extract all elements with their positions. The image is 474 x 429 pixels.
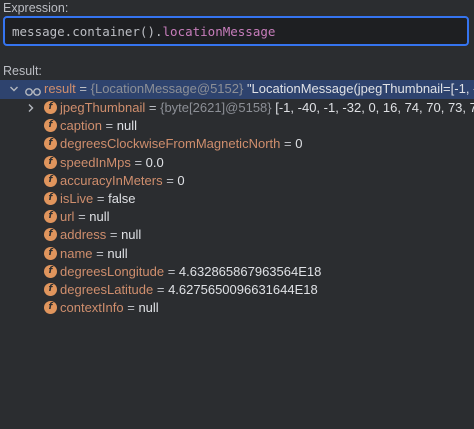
tree-row-text: degreesClockwiseFromMagneticNorth = 0 xyxy=(60,135,302,153)
tree-row-accuracyInMeters[interactable]: f accuracyInMeters = 0 xyxy=(0,172,474,190)
tree-row-degreesClockwiseFromMagneticNorth[interactable]: f degreesClockwiseFromMagneticNorth = 0 xyxy=(0,135,474,153)
variable-value: null xyxy=(107,245,128,261)
tree-row-speedInMps[interactable]: f speedInMps = 0.0 xyxy=(0,154,474,172)
assign-op: = xyxy=(164,263,179,279)
assign-op: = xyxy=(162,172,178,188)
tree-row-degreesLatitude[interactable]: f degreesLatitude = 4.6275650096631644E18 xyxy=(0,281,474,299)
tree-row-text: degreesLatitude = 4.6275650096631644E18 xyxy=(60,281,318,299)
field-icon: f xyxy=(44,301,57,315)
field-icon: f xyxy=(44,246,57,260)
assign-op: = xyxy=(145,100,161,115)
variable-value: 4.632865867963564E18 xyxy=(178,263,322,279)
variable-value: null xyxy=(116,118,137,134)
variable-name: name xyxy=(60,245,93,261)
variable-value: 0.0 xyxy=(145,154,164,170)
tree-row-text: name = null xyxy=(60,245,128,263)
variable-value: 0 xyxy=(295,136,303,152)
tree-row-result[interactable]: result = {LocationMessage@5152} "Locatio… xyxy=(0,80,474,99)
variable-value: null xyxy=(121,227,142,243)
tree-row-text: contextInfo = null xyxy=(60,299,159,317)
variable-type: {byte[2621]@5158} xyxy=(160,100,272,115)
tree-row-jpegThumbnail[interactable]: f jpegThumbnail = {byte[2621]@5158} [-1, … xyxy=(0,99,474,117)
tree-row-text: degreesLongitude = 4.632865867963564E18 xyxy=(60,263,321,281)
tree-row-contextInfo[interactable]: f contextInfo = null xyxy=(0,299,474,317)
field-icon: f xyxy=(44,155,57,169)
tree-row-text: accuracyInMeters = 0 xyxy=(60,172,185,190)
expression-input[interactable]: message.container(). locationMessage xyxy=(3,16,469,46)
assign-op: = xyxy=(106,227,122,243)
variable-name: url xyxy=(60,209,75,225)
variable-value: 0 xyxy=(177,172,185,188)
tree-row-text: isLive = false xyxy=(60,190,136,208)
variable-name: result xyxy=(44,81,76,96)
field-icon: f xyxy=(44,228,57,242)
variable-value: null xyxy=(138,300,159,316)
variable-value: null xyxy=(89,209,110,225)
variable-value: [-1, -40, -1, -32, 0, 16, 74, 70, 73, 70 xyxy=(271,100,474,115)
assign-op: = xyxy=(130,154,146,170)
chevron-right-icon[interactable] xyxy=(25,99,37,117)
variable-name: accuracyInMeters xyxy=(60,172,163,188)
assign-op: = xyxy=(153,281,169,297)
variable-value: 4.6275650096631644E18 xyxy=(168,281,318,297)
assign-op: = xyxy=(101,118,117,134)
field-icon: f xyxy=(44,137,57,151)
tree-row-text: caption = null xyxy=(60,117,137,135)
variable-name: degreesClockwiseFromMagneticNorth xyxy=(60,136,281,152)
variable-name: contextInfo xyxy=(60,300,124,316)
field-icon: f xyxy=(44,119,57,133)
field-icon: f xyxy=(44,101,57,114)
variable-type: {LocationMessage@5152} xyxy=(90,81,244,96)
result-label: Result: xyxy=(3,64,42,78)
field-icon: f xyxy=(44,282,57,296)
expression-label: Expression: xyxy=(3,1,69,15)
assign-op: = xyxy=(75,81,91,96)
field-icon: f xyxy=(44,264,57,278)
tree-row-text: speedInMps = 0.0 xyxy=(60,154,164,172)
field-icon: f xyxy=(44,191,57,205)
tree-row-text: address = null xyxy=(60,226,141,244)
tree-row-text: result = {LocationMessage@5152} "Locatio… xyxy=(44,80,474,98)
chevron-down-icon[interactable] xyxy=(8,80,20,98)
variable-name: caption xyxy=(60,118,102,134)
result-tree[interactable]: result = {LocationMessage@5152} "Locatio… xyxy=(0,80,474,317)
variable-name: address xyxy=(60,227,107,243)
tree-row-url[interactable]: f url = null xyxy=(0,208,474,226)
tree-row-name[interactable]: f name = null xyxy=(0,245,474,263)
assign-op: = xyxy=(93,190,109,206)
variable-name: degreesLatitude xyxy=(60,281,154,297)
variable-name: degreesLongitude xyxy=(60,263,165,279)
tree-row-text: jpegThumbnail = {byte[2621]@5158} [-1, -… xyxy=(60,99,474,117)
tree-row-address[interactable]: f address = null xyxy=(0,226,474,244)
assign-op: = xyxy=(123,300,139,316)
variable-value: false xyxy=(108,190,136,206)
variable-name: jpegThumbnail xyxy=(60,100,146,115)
tree-row-caption[interactable]: f caption = null xyxy=(0,117,474,135)
tree-row-isLive[interactable]: f isLive = false xyxy=(0,190,474,208)
expression-text-member: locationMessage xyxy=(162,23,276,39)
assign-op: = xyxy=(92,245,108,261)
expression-text-plain: message.container(). xyxy=(12,23,163,39)
assign-op: = xyxy=(74,209,90,225)
assign-op: = xyxy=(280,136,296,152)
variable-name: isLive xyxy=(60,190,94,206)
field-icon: f xyxy=(44,210,57,224)
variable-name: speedInMps xyxy=(60,154,131,170)
variable-value: "LocationMessage(jpegThumbnail=[-1, - xyxy=(243,81,474,96)
tree-row-text: url = null xyxy=(60,208,110,226)
tree-row-degreesLongitude[interactable]: f degreesLongitude = 4.632865867963564E18 xyxy=(0,263,474,281)
field-icon: f xyxy=(44,173,57,187)
